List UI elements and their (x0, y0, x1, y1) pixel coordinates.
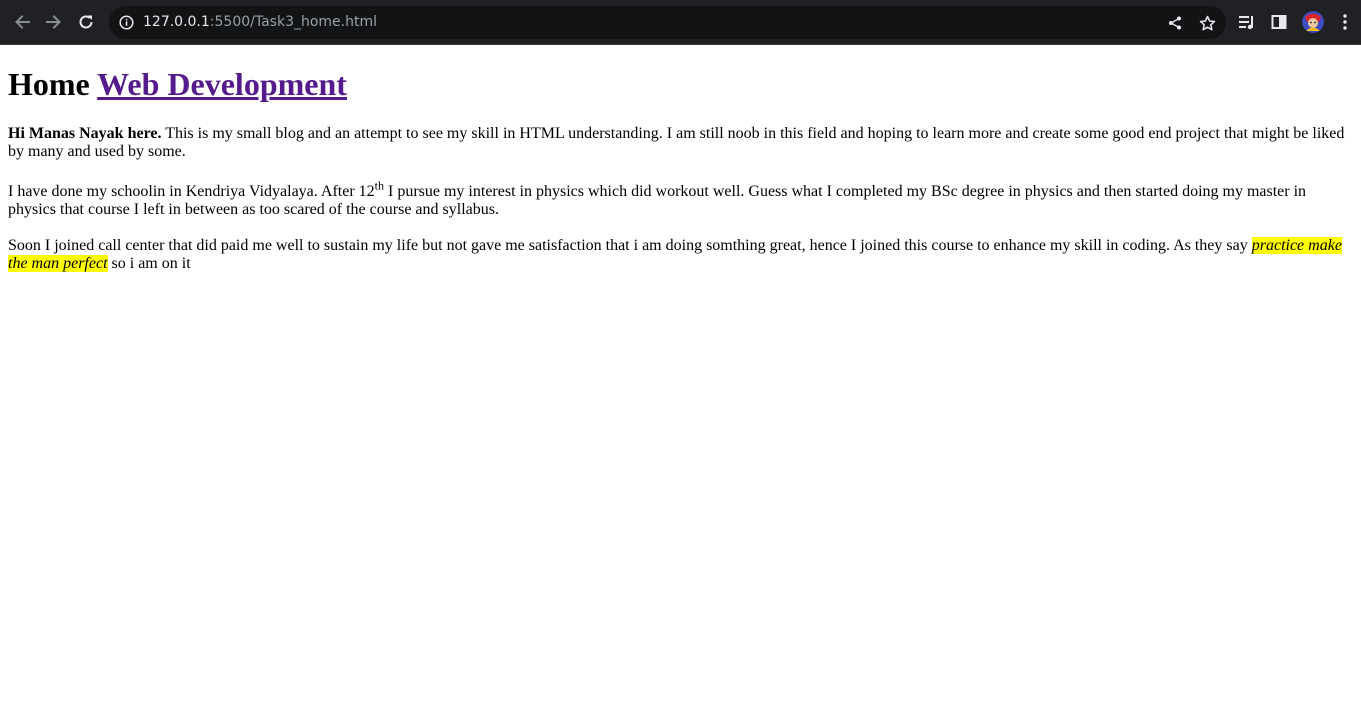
url-host: 127.0.0.1 (143, 14, 210, 30)
browser-toolbar: 127.0.0.1:5500/Task3_home.html (0, 0, 1361, 45)
heading-text: Home (8, 66, 90, 102)
education-text-before: I have done my schoolin in Kendriya Vidy… (8, 183, 375, 200)
career-text-before: Soon I joined call center that did paid … (8, 237, 1252, 254)
info-icon[interactable] (119, 15, 134, 30)
page-heading: Home Web Development (8, 62, 347, 106)
back-button[interactable] (11, 11, 33, 33)
intro-bold: Hi Manas Nayak here. (8, 125, 162, 142)
url-path: :5500/Task3_home.html (209, 14, 378, 30)
reload-button[interactable] (75, 11, 97, 33)
web-development-link[interactable]: Web Development (97, 66, 347, 102)
page-content: Home Web Development Hi Manas Nayak here… (0, 45, 1361, 701)
education-sup: th (374, 178, 384, 193)
arrow-left-icon (13, 13, 31, 31)
avatar[interactable] (1302, 11, 1324, 33)
address-bar[interactable]: 127.0.0.1:5500/Task3_home.html (109, 6, 1226, 39)
url-text[interactable]: 127.0.0.1:5500/Task3_home.html (143, 6, 377, 39)
forward-button[interactable] (43, 11, 65, 33)
reading-list-icon[interactable] (1237, 12, 1257, 32)
career-paragraph: Soon I joined call center that did paid … (8, 237, 1353, 274)
arrow-right-icon (45, 13, 63, 31)
education-paragraph: I have done my schoolin in Kendriya Vidy… (8, 180, 1353, 220)
side-panel-icon[interactable] (1269, 12, 1289, 32)
career-text-after: so i am on it (107, 255, 191, 273)
intro-paragraph: Hi Manas Nayak here. This is my small bl… (8, 125, 1353, 162)
star-icon[interactable] (1198, 14, 1216, 32)
reload-icon (77, 13, 95, 31)
intro-text: This is my small blog and an attempt to … (8, 125, 1345, 161)
kebab-menu-icon[interactable] (1335, 12, 1355, 32)
share-icon[interactable] (1166, 14, 1184, 32)
